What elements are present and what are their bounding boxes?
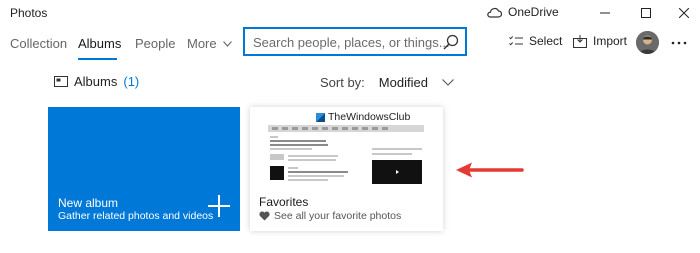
onedrive-label: OneDrive: [508, 5, 559, 19]
sort-control[interactable]: Sort by: Modified: [320, 75, 454, 90]
more-label: More: [187, 36, 217, 51]
tab-people[interactable]: People: [135, 36, 175, 51]
search-icon[interactable]: [443, 34, 459, 50]
new-album-tile[interactable]: New album Gather related photos and vide…: [48, 107, 240, 231]
thumbnail-brand: TheWindowsClub: [316, 111, 410, 123]
thumbnail-text-line: [288, 175, 344, 177]
maximize-icon: [641, 8, 651, 18]
close-button[interactable]: [674, 3, 694, 23]
thumbnail-dark-image: [270, 166, 284, 180]
favorites-album-tile[interactable]: TheWindowsClub Favorites See all your fa…: [250, 107, 443, 231]
tab-collection[interactable]: Collection: [10, 36, 67, 51]
app-title: Photos: [10, 6, 48, 20]
annotation-arrow-icon: [456, 162, 524, 178]
sort-label: Sort by:: [320, 75, 365, 90]
thumbnail-text-line: [288, 159, 336, 161]
thumbnail-text-line: [288, 179, 328, 181]
thumbnail-text-line: [270, 144, 328, 146]
close-icon: [679, 8, 689, 18]
thumbnail-brand-text: TheWindowsClub: [328, 111, 411, 123]
active-tab-indicator: [78, 58, 117, 60]
new-album-subtitle: Gather related photos and videos: [58, 210, 214, 222]
brand-logo-icon: [316, 112, 325, 122]
more-menu[interactable]: More: [187, 36, 232, 51]
onedrive-button[interactable]: OneDrive: [486, 5, 559, 19]
search-box[interactable]: Search people, places, or things...: [243, 27, 467, 56]
favorites-title: Favorites: [259, 195, 309, 209]
album-icon: [54, 76, 68, 87]
thumbnail-image: [270, 154, 284, 160]
avatar[interactable]: [636, 31, 659, 54]
thumbnail-text-line: [372, 153, 412, 155]
import-icon: [573, 34, 587, 48]
favorites-thumbnail: TheWindowsClub: [268, 108, 424, 188]
import-button[interactable]: Import: [573, 34, 627, 48]
ellipsis-icon: [671, 41, 687, 45]
sort-value: Modified: [378, 75, 428, 90]
cloud-icon: [487, 7, 502, 18]
user-avatar-icon: [636, 31, 659, 54]
more-options-button[interactable]: [671, 32, 687, 50]
minimize-icon: [600, 12, 610, 14]
favorites-subtitle-row: See all your favorite photos: [259, 210, 401, 222]
chevron-down-icon: [442, 79, 454, 86]
import-label: Import: [593, 34, 628, 48]
favorites-subtitle: See all your favorite photos: [274, 210, 402, 222]
thumbnail-text-line: [270, 140, 326, 142]
thumbnail-text-line: [288, 155, 338, 157]
thumbnail-text-line: [288, 171, 348, 173]
thumbnail-text-line: [270, 148, 312, 150]
tab-albums[interactable]: Albums: [78, 36, 121, 51]
chevron-down-icon: [222, 40, 232, 47]
thumbnail-text-line: [270, 136, 278, 138]
checklist-icon: [509, 36, 523, 46]
title-bar: Photos OneDrive: [0, 0, 700, 28]
thumbnail-video: [372, 160, 422, 184]
albums-heading: Albums: [74, 74, 118, 89]
plus-icon: [208, 195, 230, 217]
thumbnail-navbar: [268, 125, 424, 132]
play-icon: [396, 170, 399, 174]
search-input[interactable]: Search people, places, or things...: [253, 35, 450, 50]
select-label: Select: [529, 34, 563, 48]
thumbnail-text-line: [288, 167, 298, 169]
albums-count: (1): [123, 74, 140, 89]
heart-icon: [259, 211, 270, 221]
maximize-button[interactable]: [636, 3, 656, 23]
thumbnail-text-line: [372, 148, 422, 150]
new-album-title: New album: [58, 196, 119, 210]
select-button[interactable]: Select: [509, 34, 562, 48]
minimize-button[interactable]: [595, 3, 615, 23]
albums-header: Albums (1): [54, 74, 139, 89]
